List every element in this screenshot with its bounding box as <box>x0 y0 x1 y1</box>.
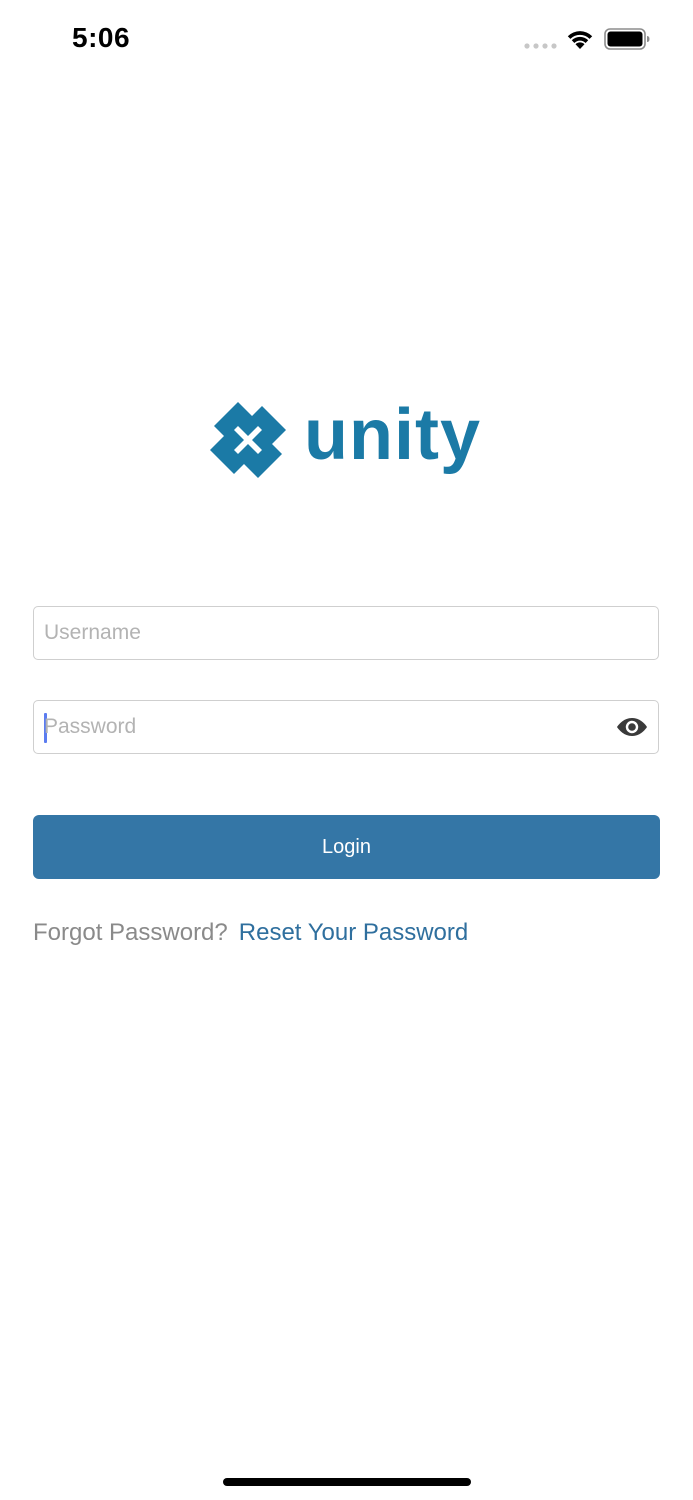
login-button[interactable]: Login <box>33 815 660 879</box>
cellular-signal-icon <box>524 43 557 49</box>
password-field[interactable] <box>33 700 659 754</box>
status-time: 5:06 <box>72 22 131 53</box>
password-input[interactable] <box>44 701 604 752</box>
unity-logo: unity <box>208 395 488 484</box>
battery-icon <box>604 28 650 50</box>
forgot-password-label: Forgot Password? <box>33 919 228 946</box>
reset-password-link[interactable]: Reset Your Password <box>239 919 468 946</box>
username-field[interactable] <box>33 606 659 660</box>
unity-logo-mark-icon <box>210 402 286 478</box>
wifi-icon <box>567 31 593 49</box>
username-input[interactable] <box>44 607 604 658</box>
eye-icon[interactable] <box>616 714 648 740</box>
home-indicator[interactable] <box>223 1478 471 1486</box>
logo-wordmark: unity <box>304 395 481 475</box>
forgot-password-row: Forgot Password? Reset Your Password <box>33 916 468 950</box>
status-bar: 5:06 <box>0 0 693 80</box>
